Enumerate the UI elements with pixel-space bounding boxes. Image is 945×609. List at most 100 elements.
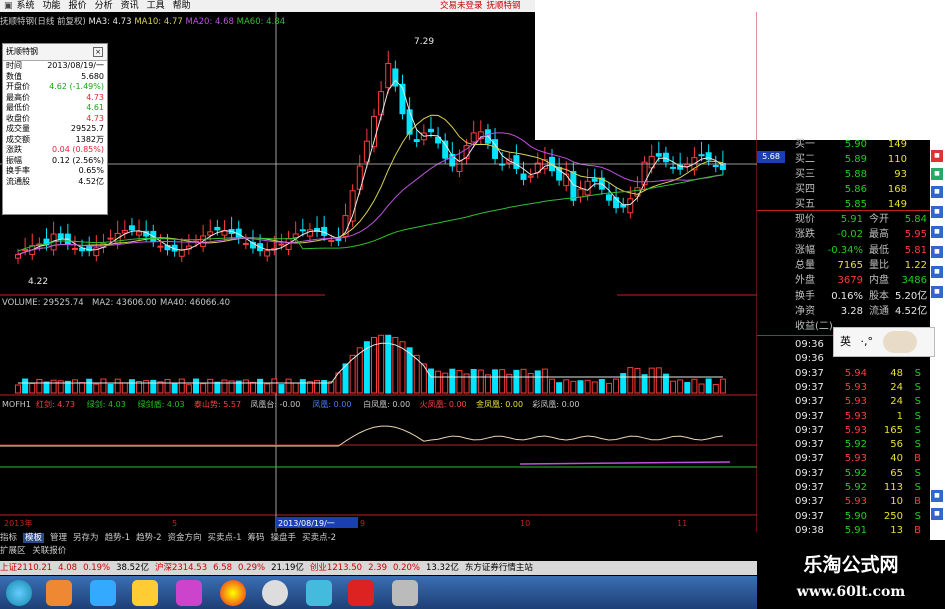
stat-value: 7165 (837, 259, 863, 271)
stock-name-link[interactable]: 抚顺特钢 (487, 1, 521, 11)
taskbar-app-1-icon[interactable] (46, 580, 72, 606)
bid-row[interactable]: 买四 5.86 168 (765, 182, 925, 197)
menu-item-system[interactable]: 系统 (13, 0, 39, 12)
bid-row[interactable]: 买二 5.89 110 (765, 152, 925, 167)
bid-row[interactable]: 买三 5.88 93 (765, 167, 925, 182)
tick-row[interactable]: 09:37 5.92 56 S (765, 437, 925, 452)
stat-row[interactable]: 净资 3.28 流通 4.52亿 (765, 304, 927, 319)
app-icon[interactable]: ▣ (0, 0, 13, 12)
menu-item-tools[interactable]: 工具 (143, 0, 169, 12)
taskbar-app-3-icon[interactable] (176, 580, 202, 606)
tick-row[interactable]: 09:37 5.92 113 S (765, 480, 925, 495)
side-icon-10[interactable]: ■ (931, 508, 943, 520)
bid-row[interactable]: 买一 5.90 149 (765, 137, 925, 152)
tick-row[interactable]: 09:37 5.93 10 B (765, 494, 925, 509)
taskbar-app-6-icon[interactable] (348, 580, 374, 606)
taskbar-app-5-icon[interactable] (306, 580, 332, 606)
trade-login-link[interactable]: 交易未登录 (440, 1, 483, 11)
ime-toolbar[interactable]: 英 ·,° (833, 327, 935, 357)
tick-row[interactable]: 09:38 5.91 13 B (765, 523, 925, 538)
volume-bar (442, 372, 449, 394)
chart-header: 抚顺特钢(日线 前复权) MA3: 4.73 MA10: 4.77 MA20: … (0, 15, 535, 29)
ime-punct-label[interactable]: ·,° (861, 335, 874, 348)
volume-bar (563, 379, 570, 394)
tab-9[interactable]: 操盘手 (271, 533, 297, 543)
tick-row[interactable]: 09:37 5.93 40 B (765, 451, 925, 466)
candle-body (577, 188, 584, 198)
close-icon[interactable]: × (93, 47, 103, 57)
status-item: 0.20% (393, 563, 421, 573)
data-window[interactable]: 抚顺特钢 × 时间 2013/08/19/一 数值 5.680 开盘价 4.62 (-1.… (2, 43, 108, 215)
tab-related-quote[interactable]: 关联报价 (32, 546, 66, 556)
side-icon-3[interactable]: ■ (931, 186, 943, 198)
data-window-row: 换手率 0.65% (3, 166, 107, 177)
volume-bar (449, 368, 456, 394)
tab-3[interactable]: 另存为 (73, 533, 99, 543)
tab-4[interactable]: 趋势-1 (105, 533, 130, 543)
side-icon-5[interactable]: ■ (931, 226, 943, 238)
taskbar-app-4-icon[interactable] (262, 580, 288, 606)
side-icon-6[interactable]: ■ (931, 246, 943, 258)
data-window-row: 数值 5.680 (3, 72, 107, 83)
tick-side: S (914, 381, 921, 393)
tab-7[interactable]: 买卖点-1 (208, 533, 242, 543)
taskbar-folder-icon[interactable] (132, 580, 158, 606)
stat-row[interactable]: 现价 5.91 今开 5.84 (765, 212, 927, 227)
menu-item-quote[interactable]: 报价 (65, 0, 91, 12)
side-icon-1[interactable]: ■ (931, 150, 943, 162)
volume-bar (164, 379, 171, 394)
side-icon-4[interactable]: ■ (931, 206, 943, 218)
kline-chart[interactable]: 7.294.226.005.505.00VOLUME: 29525.74MA2:… (0, 12, 757, 532)
volume-bar (520, 368, 527, 394)
stat-row[interactable]: 涨跌 -0.02 最高 5.95 (765, 227, 927, 242)
menu-item-function[interactable]: 功能 (39, 0, 65, 12)
start-icon[interactable] (6, 580, 32, 606)
tick-row[interactable]: 09:37 5.93 24 S (765, 380, 925, 395)
menu-item-news[interactable]: 资讯 (117, 0, 143, 12)
volume-bar (143, 380, 150, 394)
tab-2[interactable]: 管理 (50, 533, 67, 543)
data-window-key: 时间 (6, 61, 22, 70)
tick-price: 5.93 (844, 396, 867, 408)
tab-0[interactable]: 指标 (0, 533, 17, 543)
ma20-line (17, 132, 723, 256)
tick-price: 5.93 (844, 424, 867, 436)
data-window-key: 数值 (6, 71, 22, 81)
taskbar-app-2-icon[interactable] (90, 580, 116, 606)
browser-icon[interactable] (220, 580, 246, 606)
tick-row[interactable]: 09:37 5.93 1 S (765, 409, 925, 424)
tick-row[interactable]: 09:37 5.93 165 S (765, 423, 925, 438)
volume-bar (705, 378, 712, 394)
bid-price: 5.89 (844, 154, 867, 165)
side-icon-9[interactable]: ■ (931, 490, 943, 502)
login-status: 交易未登录 抚顺特钢 (440, 0, 535, 12)
side-icon-2[interactable]: ■ (931, 168, 943, 180)
volume-bar (691, 378, 698, 394)
tab-8[interactable]: 筹码 (248, 533, 265, 543)
menu-item-help[interactable]: 帮助 (169, 0, 195, 12)
tab-10[interactable]: 买卖点-2 (302, 533, 336, 543)
tick-row[interactable]: 09:37 5.90 250 S (765, 509, 925, 524)
tick-volume: 165 (883, 424, 903, 436)
stat-row[interactable]: 外盘 3679 内盘 3486 (765, 273, 927, 288)
stat-row[interactable]: 涨幅 -0.34% 最低 5.81 (765, 243, 927, 258)
menu-item-analysis[interactable]: 分析 (91, 0, 117, 12)
side-icon-7[interactable]: ■ (931, 266, 943, 278)
candle-body (413, 139, 420, 143)
tab-1[interactable]: 模板 (23, 533, 45, 543)
tick-row[interactable]: 09:37 5.94 48 S (765, 366, 925, 381)
tab-extension[interactable]: 扩展区 (0, 546, 26, 556)
ime-lang-label[interactable]: 英 (840, 335, 851, 348)
stat-row[interactable]: 换手 0.16% 股本 5.20亿 (765, 289, 927, 304)
tab-6[interactable]: 资金方向 (168, 533, 202, 543)
tick-row[interactable]: 09:37 5.93 24 S (765, 394, 925, 409)
tick-row[interactable]: 09:37 5.92 65 S (765, 466, 925, 481)
tick-side: S (914, 467, 921, 479)
stat-row[interactable]: 总量 7165 量比 1.22 (765, 258, 927, 273)
tick-time: 09:37 (795, 410, 824, 422)
volume-bar (627, 367, 634, 394)
taskbar-app-7-icon[interactable] (392, 580, 418, 606)
side-icon-8[interactable]: ■ (931, 286, 943, 298)
tab-5[interactable]: 趋势-2 (136, 533, 161, 543)
candle-body (71, 247, 78, 250)
